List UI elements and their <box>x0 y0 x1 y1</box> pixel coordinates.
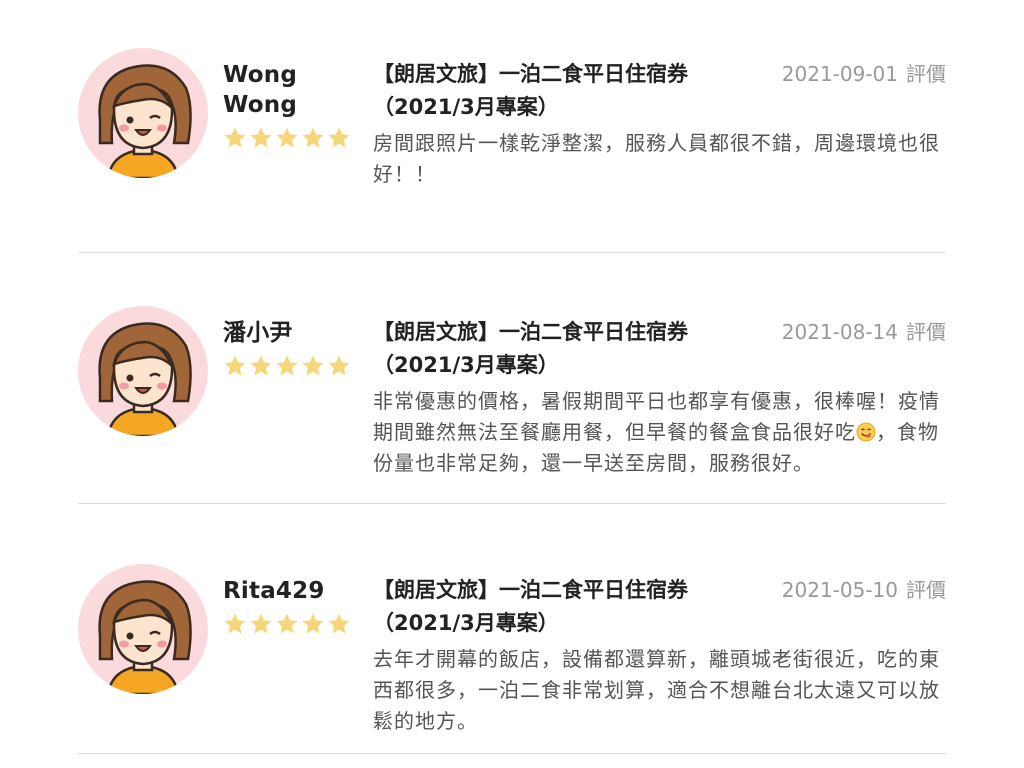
divider <box>78 503 946 504</box>
review-content: 【朗居文旅】一泊二食平日住宿券（2021/3月專案） 2021-05-10 評價 … <box>373 564 946 754</box>
divider <box>78 753 946 754</box>
review-content: 【朗居文旅】一泊二食平日住宿券（2021/3月專案） 2021-08-14 評價 … <box>373 306 946 504</box>
star-icon <box>301 612 325 636</box>
review-text: 去年才開幕的飯店，設備都還算新，離頭城老街很近，吃的東西都很多，一泊二食非常划算… <box>373 647 940 733</box>
star-icon <box>223 612 247 636</box>
avatar-girl-icon <box>78 564 208 694</box>
star-icon <box>327 354 351 378</box>
review-text-part: 非常優惠的價格，暑假期間平日也都享有優惠，很棒喔！疫情期間雖然無法至餐廳用餐，但… <box>373 389 940 444</box>
star-icon <box>327 126 351 150</box>
divider <box>78 252 946 253</box>
username[interactable]: Rita429 <box>223 576 373 606</box>
review-date: 2021-05-10 <box>781 578 898 602</box>
user-info: 潘小尹 <box>208 306 373 504</box>
star-icon <box>327 612 351 636</box>
review-item: Wong Wong 【朗居文旅】一泊二食平日住宿券（2021/3月專案） 202… <box>78 48 946 253</box>
star-icon <box>275 612 299 636</box>
user-info: Rita429 <box>208 564 373 754</box>
user-info: Wong Wong <box>208 48 373 253</box>
avatar <box>78 564 208 694</box>
face-savoring-food-icon <box>856 420 876 442</box>
review-text: 非常優惠的價格，暑假期間平日也都享有優惠，很棒喔！疫情期間雖然無法至餐廳用餐，但… <box>373 386 946 479</box>
review-text: 房間跟照片一樣乾淨整潔，服務人員都很不錯，周邊環境也很好！！ <box>373 131 940 186</box>
star-icon <box>249 354 273 378</box>
username[interactable]: Wong Wong <box>223 60 373 120</box>
avatar <box>78 306 208 436</box>
star-icon <box>301 354 325 378</box>
star-icon <box>223 354 247 378</box>
review-item: Rita429 【朗居文旅】一泊二食平日住宿券（2021/3月專案） 2021-… <box>78 564 946 754</box>
review-meta: 2021-05-10 評價 <box>782 574 946 640</box>
star-icon <box>223 126 247 150</box>
review-content: 【朗居文旅】一泊二食平日住宿券（2021/3月專案） 2021-09-01 評價 … <box>373 48 946 253</box>
review-meta: 2021-09-01 評價 <box>782 58 946 124</box>
rate-label: 評價 <box>906 62 946 86</box>
star-icon <box>249 612 273 636</box>
review-date: 2021-09-01 <box>781 62 898 86</box>
rate-label: 評價 <box>906 578 946 602</box>
star-rating <box>223 354 373 378</box>
star-icon <box>275 354 299 378</box>
star-icon <box>301 126 325 150</box>
product-title[interactable]: 【朗居文旅】一泊二食平日住宿券（2021/3月專案） <box>373 574 743 640</box>
avatar-girl-icon <box>78 48 208 178</box>
product-title[interactable]: 【朗居文旅】一泊二食平日住宿券（2021/3月專案） <box>373 316 743 382</box>
rate-label: 評價 <box>906 320 946 344</box>
username[interactable]: 潘小尹 <box>223 318 373 348</box>
star-icon <box>249 126 273 150</box>
avatar-girl-icon <box>78 306 208 436</box>
star-icon <box>275 126 299 150</box>
star-rating <box>223 612 373 636</box>
product-title[interactable]: 【朗居文旅】一泊二食平日住宿券（2021/3月專案） <box>373 58 743 124</box>
review-item: 潘小尹 【朗居文旅】一泊二食平日住宿券（2021/3月專案） 2021-08-1… <box>78 306 946 504</box>
review-meta: 2021-08-14 評價 <box>782 316 946 382</box>
review-date: 2021-08-14 <box>781 320 898 344</box>
review-list: Wong Wong 【朗居文旅】一泊二食平日住宿券（2021/3月專案） 202… <box>78 0 946 768</box>
avatar <box>78 48 208 178</box>
star-rating <box>223 126 373 150</box>
